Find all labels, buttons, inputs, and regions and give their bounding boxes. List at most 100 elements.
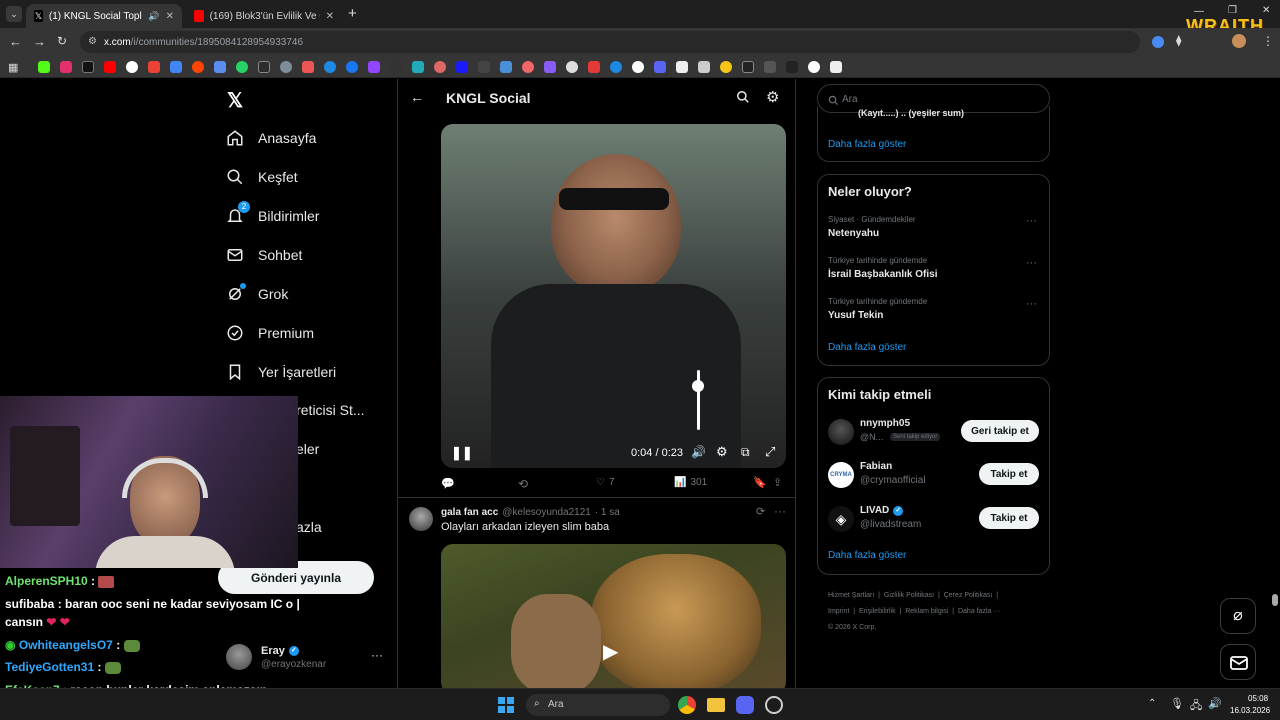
close-window-icon[interactable]: ✕ (1262, 5, 1270, 16)
bookmark-icon[interactable] (808, 61, 820, 73)
minimize-icon[interactable]: — (1194, 6, 1204, 17)
extension-icon[interactable] (1152, 36, 1164, 48)
search-icon[interactable] (736, 90, 750, 109)
address-bar[interactable]: ⚙ x.com/i/communities/189508412895493374… (80, 31, 1140, 53)
picture-in-picture-icon[interactable]: ⧉ (741, 445, 750, 460)
footer-link[interactable]: Daha fazla ··· (958, 608, 1000, 615)
nav-home[interactable]: Anasayfa (226, 122, 316, 154)
x-logo-icon[interactable]: 𝕏 (227, 88, 243, 113)
bookmark-icon[interactable] (236, 61, 248, 73)
bookmark-icon[interactable] (346, 61, 358, 73)
bookmark-icon[interactable] (456, 61, 468, 73)
footer-link[interactable]: Hizmet Şartları (828, 592, 874, 599)
bookmark-icon[interactable] (830, 61, 842, 73)
bookmark-icon[interactable] (214, 61, 226, 73)
video-settings-icon[interactable]: ⚙ (716, 444, 728, 460)
bookmark-icon[interactable] (632, 61, 644, 73)
bookmark-icon[interactable] (478, 61, 490, 73)
trend-more-icon[interactable]: ··· (1026, 257, 1037, 269)
bookmark-icon[interactable] (170, 61, 182, 73)
trend-name[interactable]: İsrail Başbakanlık Ofisi (828, 269, 938, 280)
views-button[interactable]: 📊 301 (674, 477, 707, 488)
bookmark-icon[interactable] (148, 61, 160, 73)
bookmark-icon[interactable] (38, 61, 50, 73)
tab-youtube[interactable]: (169) Blok3'ün Evlilik Ve Çocuk ✕ (186, 4, 342, 28)
page-scrollbar[interactable] (1272, 594, 1278, 606)
volume-slider-thumb[interactable] (692, 380, 704, 392)
trend-more-icon[interactable]: ··· (1026, 298, 1037, 310)
back-icon[interactable]: ← (9, 34, 22, 49)
footer-link[interactable]: Imprint (828, 608, 849, 615)
post-author[interactable]: gala fan acc (441, 507, 498, 518)
video-player[interactable]: ▶ (441, 544, 786, 688)
bookmark-icon[interactable] (720, 61, 732, 73)
repost-icon[interactable]: ⟲ (518, 477, 528, 491)
nav-premium[interactable]: Premium (226, 317, 314, 349)
pause-icon[interactable]: ❚❚ (451, 445, 473, 461)
chrome-menu-icon[interactable]: ⋮ (1262, 34, 1274, 48)
bookmark-icon[interactable] (544, 61, 556, 73)
chrome-taskbar-icon[interactable] (678, 696, 696, 714)
bookmark-icon[interactable] (698, 61, 710, 73)
site-info-icon[interactable]: ⚙ (88, 36, 97, 47)
volume-slider[interactable] (697, 370, 700, 430)
bookmark-icon[interactable] (588, 61, 600, 73)
nav-explore[interactable]: Keşfet (226, 161, 298, 193)
follow-back-button[interactable]: Geri takip et (961, 420, 1039, 442)
bookmark-icon[interactable] (60, 61, 72, 73)
account-switcher[interactable]: Eray ✓ @erayozkenar ··· (226, 644, 386, 674)
bookmark-icon[interactable] (742, 61, 754, 73)
fullscreen-icon[interactable]: ⤢ (765, 444, 775, 460)
post-more-icon[interactable]: ··· (774, 504, 786, 518)
new-tab-button[interactable]: + (348, 5, 357, 22)
bookmark-icon[interactable] (126, 61, 138, 73)
bookmark-icon[interactable] (610, 61, 622, 73)
bookmark-icon[interactable] (82, 61, 94, 73)
network-icon[interactable]: 🖧 (1190, 697, 1202, 716)
footer-link[interactable]: Reklam bilgisi (905, 608, 948, 615)
show-more-link[interactable]: Daha fazla göster (828, 342, 906, 353)
follow-suggestion[interactable]: ◈ LIVAD ✓ @livadstream Takip et (818, 503, 1049, 539)
trend-name[interactable]: Yusuf Tekin (828, 310, 883, 321)
app-icon[interactable] (765, 696, 783, 714)
share-icon[interactable]: ⇪ (773, 476, 782, 489)
bookmark-icon[interactable] (522, 61, 534, 73)
grok-floating-button[interactable]: ⌀ (1220, 598, 1256, 634)
bookmark-icon[interactable] (786, 61, 798, 73)
bookmark-icon[interactable] (434, 61, 446, 73)
footer-link[interactable]: Çerez Politikası (944, 592, 993, 599)
close-tab-icon[interactable]: ✕ (326, 11, 334, 22)
close-tab-icon[interactable]: ✕ (166, 11, 174, 22)
taskbar-search[interactable]: ⌕ Ara (526, 694, 670, 716)
bookmark-icon[interactable] (302, 61, 314, 73)
apps-grid-icon[interactable]: ▦ (8, 61, 18, 74)
bookmark-icon[interactable] (676, 61, 688, 73)
bookmark-icon[interactable] (566, 61, 578, 73)
nav-messages[interactable]: Sohbet (226, 239, 302, 271)
bookmark-icon[interactable] (500, 61, 512, 73)
reload-icon[interactable]: ↻ (57, 34, 67, 48)
grok-post-icon[interactable]: ⟳ (756, 505, 765, 518)
microphone-icon[interactable]: 🎙 (1170, 697, 1184, 710)
bookmark-icon[interactable] (654, 61, 666, 73)
bookmark-icon[interactable] (764, 61, 776, 73)
bookmark-icon[interactable] (412, 61, 424, 73)
follow-button[interactable]: Takip et (979, 463, 1039, 485)
bookmark-icon[interactable] (390, 61, 402, 73)
post-avatar[interactable] (409, 507, 433, 531)
back-arrow-icon[interactable]: ← (410, 89, 424, 105)
tab-kngl-social[interactable]: 𝕏 (1) KNGL Social Topluluk / X 🔊 ✕ (26, 4, 182, 28)
bookmark-icon[interactable] (280, 61, 292, 73)
reply-icon[interactable]: 💬 (441, 477, 455, 490)
video-player[interactable]: ❚❚ 0:04 / 0:23 🔊 ⚙ ⧉ ⤢ (441, 124, 786, 468)
nav-notifications[interactable]: 2 Bildirimler (226, 200, 319, 232)
extensions-puzzle-icon[interactable]: ⧫ (1176, 34, 1181, 47)
discord-icon[interactable] (736, 696, 754, 714)
follow-button[interactable]: Takip et (979, 507, 1039, 529)
footer-link[interactable]: Gizlilik Politikası (884, 592, 934, 599)
footer-link[interactable]: Erişilebilirlik (859, 608, 896, 615)
profile-avatar[interactable] (1232, 34, 1246, 48)
bookmark-icon[interactable]: 🔖 (753, 476, 767, 489)
bookmark-icon[interactable] (192, 61, 204, 73)
show-more-link[interactable]: Daha fazla göster (828, 550, 906, 561)
